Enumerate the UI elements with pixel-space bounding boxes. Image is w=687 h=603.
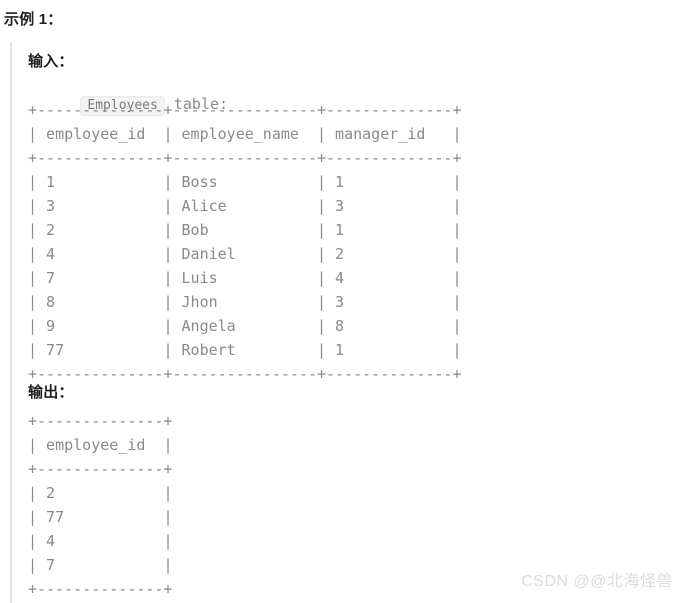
input-ascii-table: +--------------+----------------+-------… (28, 101, 462, 383)
input-section-label: 输入： (28, 53, 74, 70)
output-ascii-table: +--------------+ | employee_id | +------… (28, 412, 173, 598)
csdn-watermark: CSDN @@北海怪兽 (521, 573, 673, 590)
output-section-label: 输出： (28, 384, 74, 401)
blockquote-rail (10, 42, 12, 603)
page-title: 示例 1： (4, 11, 63, 28)
page-root: 示例 1： 输入： Employees table: +------------… (0, 0, 687, 603)
